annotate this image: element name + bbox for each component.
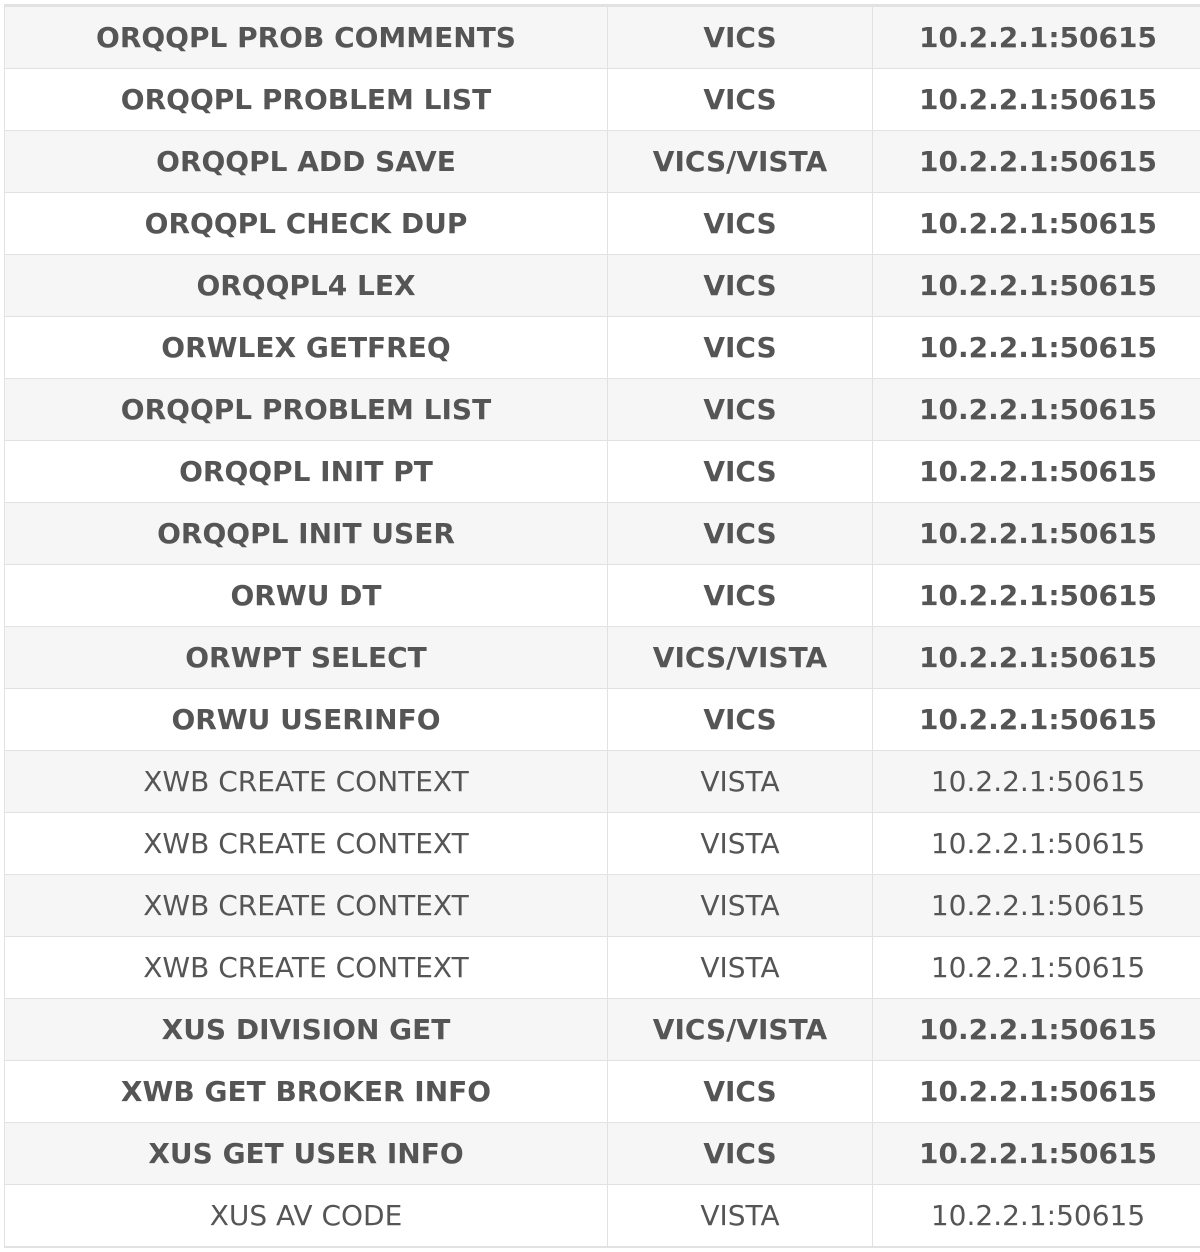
table-row: ORQQPL INIT USER VICS 10.2.2.1:50615 (4, 502, 1200, 565)
address-cell: 10.2.2.1:50615 (872, 688, 1200, 751)
source-cell: VICS/VISTA (607, 130, 873, 193)
rpc-name-cell: ORQQPL CHECK DUP (4, 192, 608, 255)
rpc-log-table: ORQQPL PROB COMMENTS VICS 10.2.2.1:50615 OR… (4, 6, 1200, 1248)
address-cell: 10.2.2.1:50615 (872, 998, 1200, 1061)
address-cell: 10.2.2.1:50615 (872, 564, 1200, 627)
rpc-name-cell: XWB GET BROKER INFO (4, 1060, 608, 1123)
table-row: XWB GET BROKER INFO VICS 10.2.2.1:50615 (4, 1060, 1200, 1123)
source-cell: VISTA (607, 1184, 873, 1248)
address-cell: 10.2.2.1:50615 (872, 254, 1200, 317)
address-cell: 10.2.2.1:50615 (872, 378, 1200, 441)
table-row: ORQQPL ADD SAVE VICS/VISTA 10.2.2.1:50615 (4, 130, 1200, 193)
rpc-name-cell: ORQQPL ADD SAVE (4, 130, 608, 193)
address-cell: 10.2.2.1:50615 (872, 502, 1200, 565)
source-cell: VICS (607, 688, 873, 751)
table-row: ORWPT SELECT VICS/VISTA 10.2.2.1:50615 (4, 626, 1200, 689)
table-row: ORQQPL PROB COMMENTS VICS 10.2.2.1:50615 (4, 6, 1200, 69)
rpc-name-cell: XUS GET USER INFO (4, 1122, 608, 1185)
rpc-log-body: ORQQPL PROB COMMENTS VICS 10.2.2.1:50615 OR… (4, 6, 1200, 1248)
source-cell: VICS (607, 254, 873, 317)
source-cell: VICS (607, 378, 873, 441)
table-row: XWB CREATE CONTEXT VISTA 10.2.2.1:50615 (4, 750, 1200, 813)
table-row: XUS GET USER INFO VICS 10.2.2.1:50615 (4, 1122, 1200, 1185)
source-cell: VICS (607, 1122, 873, 1185)
address-cell: 10.2.2.1:50615 (872, 936, 1200, 999)
address-cell: 10.2.2.1:50615 (872, 626, 1200, 689)
source-cell: VICS/VISTA (607, 626, 873, 689)
address-cell: 10.2.2.1:50615 (872, 130, 1200, 193)
source-cell: VICS (607, 6, 873, 69)
address-cell: 10.2.2.1:50615 (872, 68, 1200, 131)
rpc-name-cell: ORQQPL4 LEX (4, 254, 608, 317)
address-cell: 10.2.2.1:50615 (872, 6, 1200, 69)
source-cell: VISTA (607, 874, 873, 937)
source-cell: VISTA (607, 750, 873, 813)
rpc-name-cell: ORWPT SELECT (4, 626, 608, 689)
rpc-name-cell: XUS DIVISION GET (4, 998, 608, 1061)
table-row: XWB CREATE CONTEXT VISTA 10.2.2.1:50615 (4, 936, 1200, 999)
rpc-name-cell: ORQQPL PROBLEM LIST (4, 68, 608, 131)
rpc-name-cell: ORQQPL INIT USER (4, 502, 608, 565)
table-row: XUS DIVISION GET VICS/VISTA 10.2.2.1:50615 (4, 998, 1200, 1061)
rpc-name-cell: ORQQPL INIT PT (4, 440, 608, 503)
source-cell: VICS (607, 1060, 873, 1123)
table-row: ORQQPL CHECK DUP VICS 10.2.2.1:50615 (4, 192, 1200, 255)
table-row: ORWLEX GETFREQ VICS 10.2.2.1:50615 (4, 316, 1200, 379)
address-cell: 10.2.2.1:50615 (872, 750, 1200, 813)
table-row: ORQQPL PROBLEM LIST VICS 10.2.2.1:50615 (4, 378, 1200, 441)
source-cell: VICS (607, 192, 873, 255)
source-cell: VICS (607, 316, 873, 379)
table-row: ORWU USERINFO VICS 10.2.2.1:50615 (4, 688, 1200, 751)
source-cell: VISTA (607, 936, 873, 999)
rpc-name-cell: XWB CREATE CONTEXT (4, 812, 608, 875)
table-row: ORQQPL4 LEX VICS 10.2.2.1:50615 (4, 254, 1200, 317)
table-row: XWB CREATE CONTEXT VISTA 10.2.2.1:50615 (4, 812, 1200, 875)
rpc-name-cell: ORQQPL PROBLEM LIST (4, 378, 608, 441)
address-cell: 10.2.2.1:50615 (872, 316, 1200, 379)
source-cell: VICS (607, 440, 873, 503)
table-row: XWB CREATE CONTEXT VISTA 10.2.2.1:50615 (4, 874, 1200, 937)
source-cell: VISTA (607, 812, 873, 875)
table-row: XUS AV CODE VISTA 10.2.2.1:50615 (4, 1184, 1200, 1248)
rpc-name-cell: XUS AV CODE (4, 1184, 608, 1248)
rpc-name-cell: ORWU USERINFO (4, 688, 608, 751)
source-cell: VICS (607, 564, 873, 627)
source-cell: VICS/VISTA (607, 998, 873, 1061)
address-cell: 10.2.2.1:50615 (872, 1122, 1200, 1185)
rpc-name-cell: XWB CREATE CONTEXT (4, 874, 608, 937)
rpc-name-cell: XWB CREATE CONTEXT (4, 750, 608, 813)
rpc-name-cell: ORQQPL PROB COMMENTS (4, 6, 608, 69)
table-row: ORQQPL INIT PT VICS 10.2.2.1:50615 (4, 440, 1200, 503)
address-cell: 10.2.2.1:50615 (872, 1184, 1200, 1248)
address-cell: 10.2.2.1:50615 (872, 192, 1200, 255)
address-cell: 10.2.2.1:50615 (872, 812, 1200, 875)
table-row: ORWU DT VICS 10.2.2.1:50615 (4, 564, 1200, 627)
source-cell: VICS (607, 68, 873, 131)
table-row: ORQQPL PROBLEM LIST VICS 10.2.2.1:50615 (4, 68, 1200, 131)
rpc-name-cell: ORWLEX GETFREQ (4, 316, 608, 379)
rpc-name-cell: ORWU DT (4, 564, 608, 627)
address-cell: 10.2.2.1:50615 (872, 874, 1200, 937)
rpc-name-cell: XWB CREATE CONTEXT (4, 936, 608, 999)
source-cell: VICS (607, 502, 873, 565)
address-cell: 10.2.2.1:50615 (872, 1060, 1200, 1123)
address-cell: 10.2.2.1:50615 (872, 440, 1200, 503)
